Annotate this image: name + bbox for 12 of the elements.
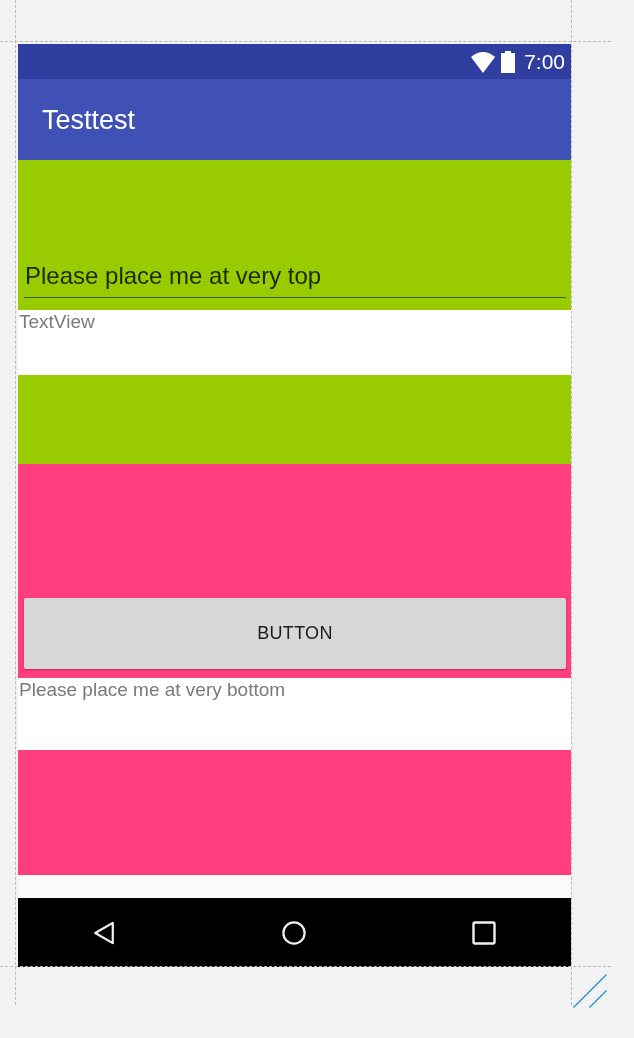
text-view-label: Please place me at very bottom: [19, 678, 286, 702]
time-text: 7:00: [524, 49, 565, 74]
recents-icon[interactable]: [472, 920, 496, 945]
back-icon[interactable]: [92, 920, 116, 945]
text-view-label: TextView: [19, 310, 95, 334]
battery-icon: [501, 50, 516, 73]
app-title: Testtest: [42, 103, 136, 136]
home-icon[interactable]: [282, 920, 306, 945]
text-input-field[interactable]: Please place me at very top: [24, 258, 566, 298]
wifi-icon: [471, 50, 496, 73]
resize-handle-icon[interactable]: [573, 974, 607, 1008]
action-button[interactable]: BUTTON: [24, 598, 566, 669]
